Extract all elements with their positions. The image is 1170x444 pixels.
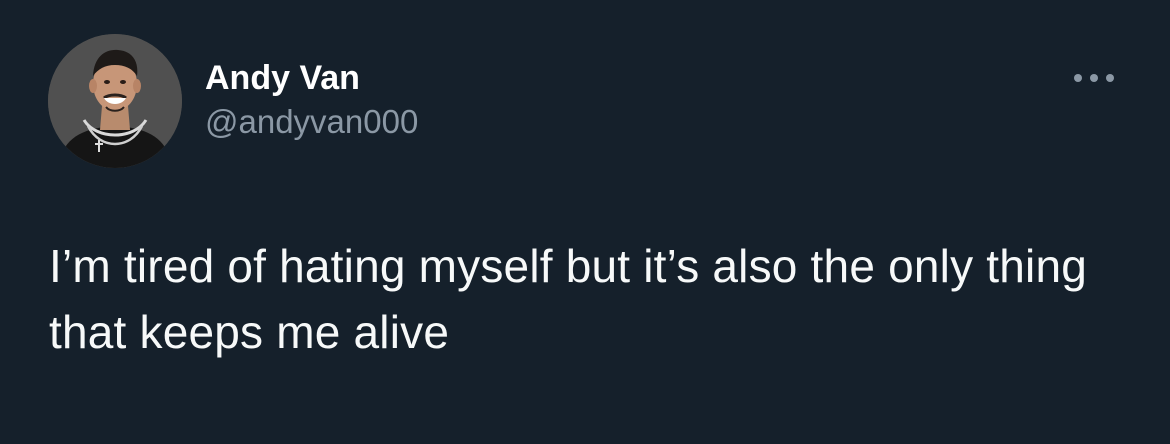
more-horizontal-icon	[1074, 74, 1114, 82]
tweet-card: Andy Van @andyvan000 I’m tired of hating…	[0, 0, 1170, 444]
avatar[interactable]	[48, 34, 182, 168]
more-options-button[interactable]	[1066, 58, 1122, 98]
author-display-name[interactable]: Andy Van	[205, 56, 418, 100]
profile-photo-icon	[48, 34, 182, 168]
author-info: Andy Van @andyvan000	[205, 56, 418, 144]
tweet-text: I’m tired of hating myself but it’s also…	[49, 240, 1088, 358]
author-handle[interactable]: @andyvan000	[205, 100, 418, 144]
